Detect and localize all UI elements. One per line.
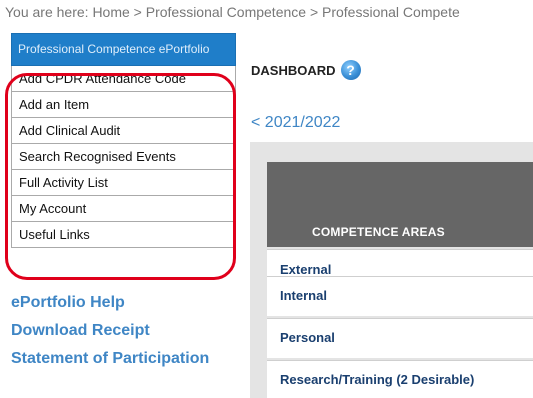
sidebar-item-search-recognised-events[interactable]: Search Recognised Events — [12, 144, 235, 170]
statement-of-participation-link[interactable]: Statement of Participation — [11, 345, 209, 373]
sidebar-item-my-account[interactable]: My Account — [12, 196, 235, 222]
side-links: ePortfolio Help Download Receipt Stateme… — [11, 289, 209, 373]
row-label-external: External — [280, 262, 332, 277]
column-header-competence-areas: COMPETENCE AREAS — [267, 162, 533, 247]
sidebar-header[interactable]: Professional Competence ePortfolio — [11, 33, 236, 66]
previous-year-link[interactable]: < 2021/2022 — [251, 114, 340, 132]
sidebar-item-useful-links[interactable]: Useful Links — [12, 222, 235, 248]
row-label-personal: Personal — [280, 330, 335, 345]
table-row: Research/Training (2 Desirable) — [267, 360, 533, 398]
table-row: Internal — [267, 276, 533, 316]
row-label-internal: Internal — [280, 288, 327, 303]
competence-table: COMPETENCE AREAS External Internal Perso… — [250, 142, 533, 398]
page-title: DASHBOARD — [251, 62, 336, 78]
sidebar-item-full-activity-list[interactable]: Full Activity List — [12, 170, 235, 196]
dashboard-heading: DASHBOARD ? — [251, 60, 361, 80]
breadcrumb-text: You are here: Home > Professional Compet… — [5, 4, 460, 20]
column-header-label: COMPETENCE AREAS — [312, 225, 445, 239]
sidebar-item-add-clinical-audit[interactable]: Add Clinical Audit — [12, 118, 235, 144]
sidebar-list: Add CPDR Attendance Code Add an Item Add… — [11, 66, 236, 248]
sidebar-item-add-an-item[interactable]: Add an Item — [12, 92, 235, 118]
help-icon[interactable]: ? — [340, 60, 361, 80]
table-row: Personal — [267, 318, 533, 358]
row-label-research-training: Research/Training (2 Desirable) — [280, 372, 475, 387]
sidebar-item-add-cpdr-attendance-code[interactable]: Add CPDR Attendance Code — [12, 66, 235, 92]
download-receipt-link[interactable]: Download Receipt — [11, 317, 209, 345]
breadcrumb: You are here: Home > Professional Compet… — [5, 4, 533, 20]
eportfolio-help-link[interactable]: ePortfolio Help — [11, 289, 209, 317]
sidebar-menu: Professional Competence ePortfolio Add C… — [11, 33, 236, 248]
